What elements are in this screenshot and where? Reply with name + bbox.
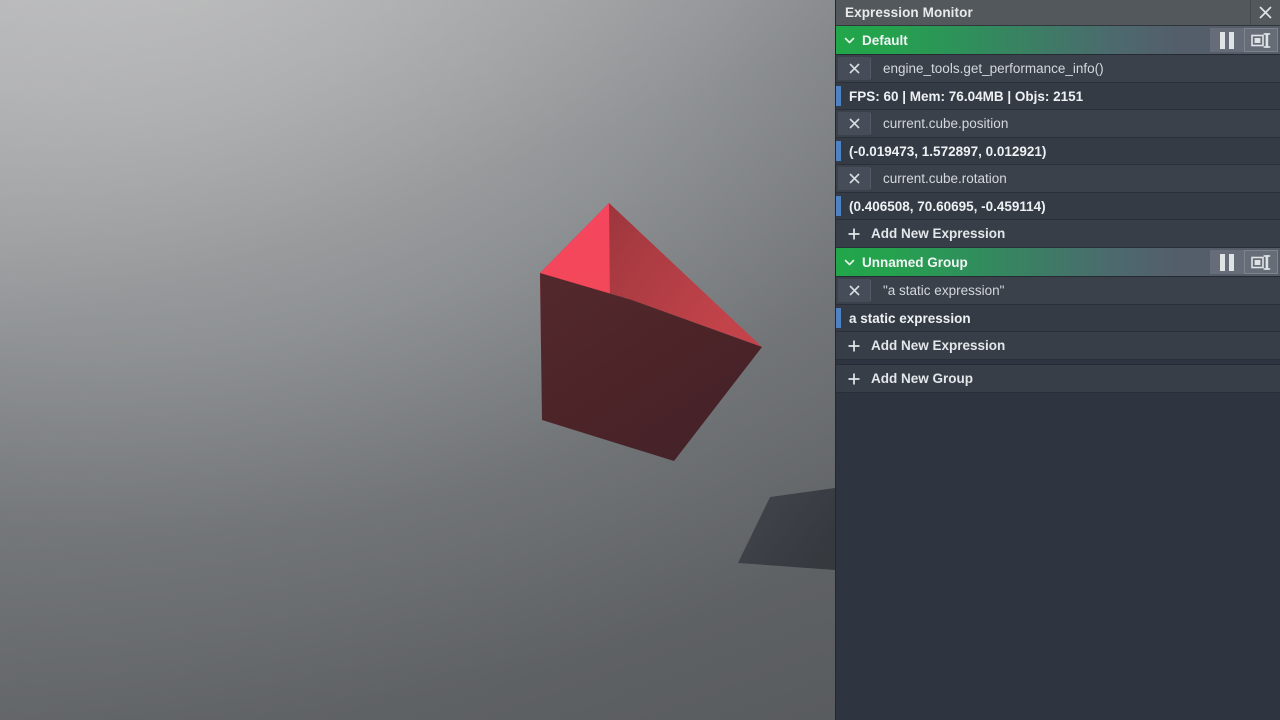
panel-body: Default engine_tools.get_performance_inf…: [836, 26, 1280, 720]
plus-icon: [848, 373, 860, 384]
add-new-group-label: Add New Group: [871, 371, 973, 386]
expression-result-value: (-0.019473, 1.572897, 0.012921): [849, 143, 1047, 159]
expression-input[interactable]: current.cube.rotation: [870, 168, 1280, 189]
3d-viewport[interactable]: [0, 0, 835, 720]
panel-titlebar: Expression Monitor: [836, 0, 1280, 26]
add-new-group-button[interactable]: Add New Group: [836, 364, 1280, 393]
detach-panel-icon[interactable]: [1244, 250, 1278, 274]
chevron-down-icon[interactable]: [836, 248, 862, 276]
add-new-expression-button[interactable]: Add New Expression: [836, 220, 1280, 248]
expression-result-row: (-0.019473, 1.572897, 0.012921): [836, 138, 1280, 165]
group-name-label[interactable]: Default: [862, 26, 1210, 54]
scene-geometry: [540, 203, 835, 570]
app-root: Expression Monitor Default engine_tools.…: [0, 0, 1280, 720]
pause-icon[interactable]: [1210, 250, 1244, 274]
add-new-expression-button[interactable]: Add New Expression: [836, 332, 1280, 360]
expression-input[interactable]: current.cube.position: [870, 113, 1280, 134]
add-new-expression-label: Add New Expression: [871, 338, 1006, 353]
group-name-label[interactable]: Unnamed Group: [862, 248, 1210, 276]
delete-expression-button[interactable]: [838, 112, 870, 135]
expression-group: Unnamed Group "a static expression" a st…: [836, 248, 1280, 360]
pause-icon[interactable]: [1210, 28, 1244, 52]
delete-expression-button[interactable]: [838, 57, 870, 80]
expression-row[interactable]: "a static expression": [836, 277, 1280, 305]
add-new-expression-label: Add New Expression: [871, 226, 1006, 241]
expression-monitor-panel: Expression Monitor Default engine_tools.…: [835, 0, 1280, 720]
panel-title: Expression Monitor: [836, 0, 1251, 25]
delete-expression-button[interactable]: [838, 167, 870, 190]
plus-icon: [848, 340, 860, 351]
expression-group: Default engine_tools.get_performance_inf…: [836, 26, 1280, 248]
expression-row[interactable]: engine_tools.get_performance_info(): [836, 55, 1280, 83]
expression-input[interactable]: "a static expression": [870, 280, 1280, 301]
expression-row[interactable]: current.cube.rotation: [836, 165, 1280, 193]
delete-expression-button[interactable]: [838, 279, 870, 302]
panel-empty-area: [836, 393, 1280, 720]
expression-input[interactable]: engine_tools.get_performance_info(): [870, 58, 1280, 79]
detach-panel-icon[interactable]: [1244, 28, 1278, 52]
expression-result-row: FPS: 60 | Mem: 76.04MB | Objs: 2151: [836, 83, 1280, 110]
expression-result-row: a static expression: [836, 305, 1280, 332]
chevron-down-icon[interactable]: [836, 26, 862, 54]
group-header-default[interactable]: Default: [836, 26, 1280, 55]
expression-result-row: (0.406508, 70.60695, -0.459114): [836, 193, 1280, 220]
cube-shadow: [738, 488, 835, 570]
group-header-unnamed[interactable]: Unnamed Group: [836, 248, 1280, 277]
expression-result-value: a static expression: [849, 310, 971, 326]
expression-result-value: (0.406508, 70.60695, -0.459114): [849, 198, 1046, 214]
expression-row[interactable]: current.cube.position: [836, 110, 1280, 138]
plus-icon: [848, 228, 860, 239]
expression-result-value: FPS: 60 | Mem: 76.04MB | Objs: 2151: [849, 88, 1084, 104]
close-icon[interactable]: [1251, 0, 1280, 25]
